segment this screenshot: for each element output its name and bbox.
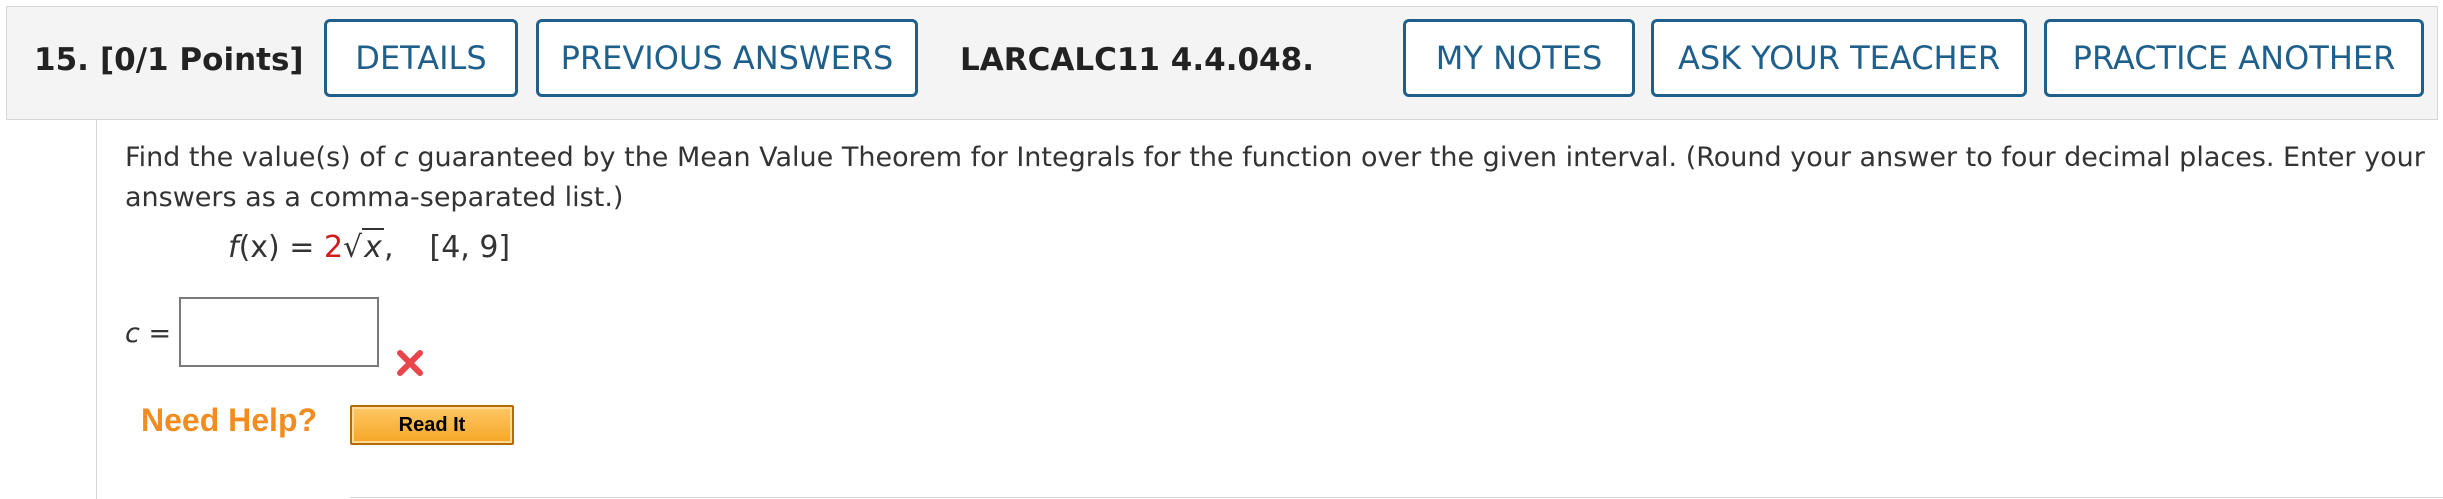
assignment-id: LARCALC11 4.4.048. [960, 42, 1314, 78]
prompt-variable: c [393, 142, 409, 173]
prompt-text-start: Find the value(s) of [125, 142, 394, 173]
function-name: f [228, 230, 239, 265]
need-help-label: Need Help? [141, 402, 318, 438]
interval: [4, 9] [429, 230, 511, 265]
my-notes-button[interactable]: MY NOTES [1403, 19, 1635, 97]
previous-answers-button[interactable]: PREVIOUS ANSWERS [536, 19, 918, 97]
read-it-button[interactable]: Read It [350, 405, 514, 445]
points-score: [0/1 Points] [100, 42, 304, 78]
answer-input[interactable] [179, 297, 379, 367]
square-root: √x [343, 228, 384, 265]
answer-variable: c [125, 318, 140, 349]
answer-label: c = [125, 318, 171, 349]
answer-equals: = [139, 318, 172, 349]
equals-sign: = [279, 230, 324, 265]
details-button[interactable]: DETAILS [324, 19, 518, 97]
function-coefficient: 2 [323, 230, 344, 265]
function-argument: (x) [238, 230, 280, 265]
ask-your-teacher-button[interactable]: ASK YOUR TEACHER [1651, 19, 2027, 97]
radical-sign: √ [343, 230, 363, 265]
divider [350, 497, 2443, 498]
prompt-text-end: guaranteed by the Mean Value Theorem for… [125, 142, 2425, 213]
incorrect-icon [397, 350, 423, 376]
practice-another-button[interactable]: PRACTICE ANOTHER [2044, 19, 2424, 97]
question-number: 15. [34, 42, 89, 78]
formula-comma: , [383, 230, 394, 265]
function-formula: f(x) = 2√x, [4, 9] [228, 228, 511, 265]
radicand: x [362, 228, 384, 265]
question-prompt: Find the value(s) of c guaranteed by the… [125, 138, 2425, 218]
